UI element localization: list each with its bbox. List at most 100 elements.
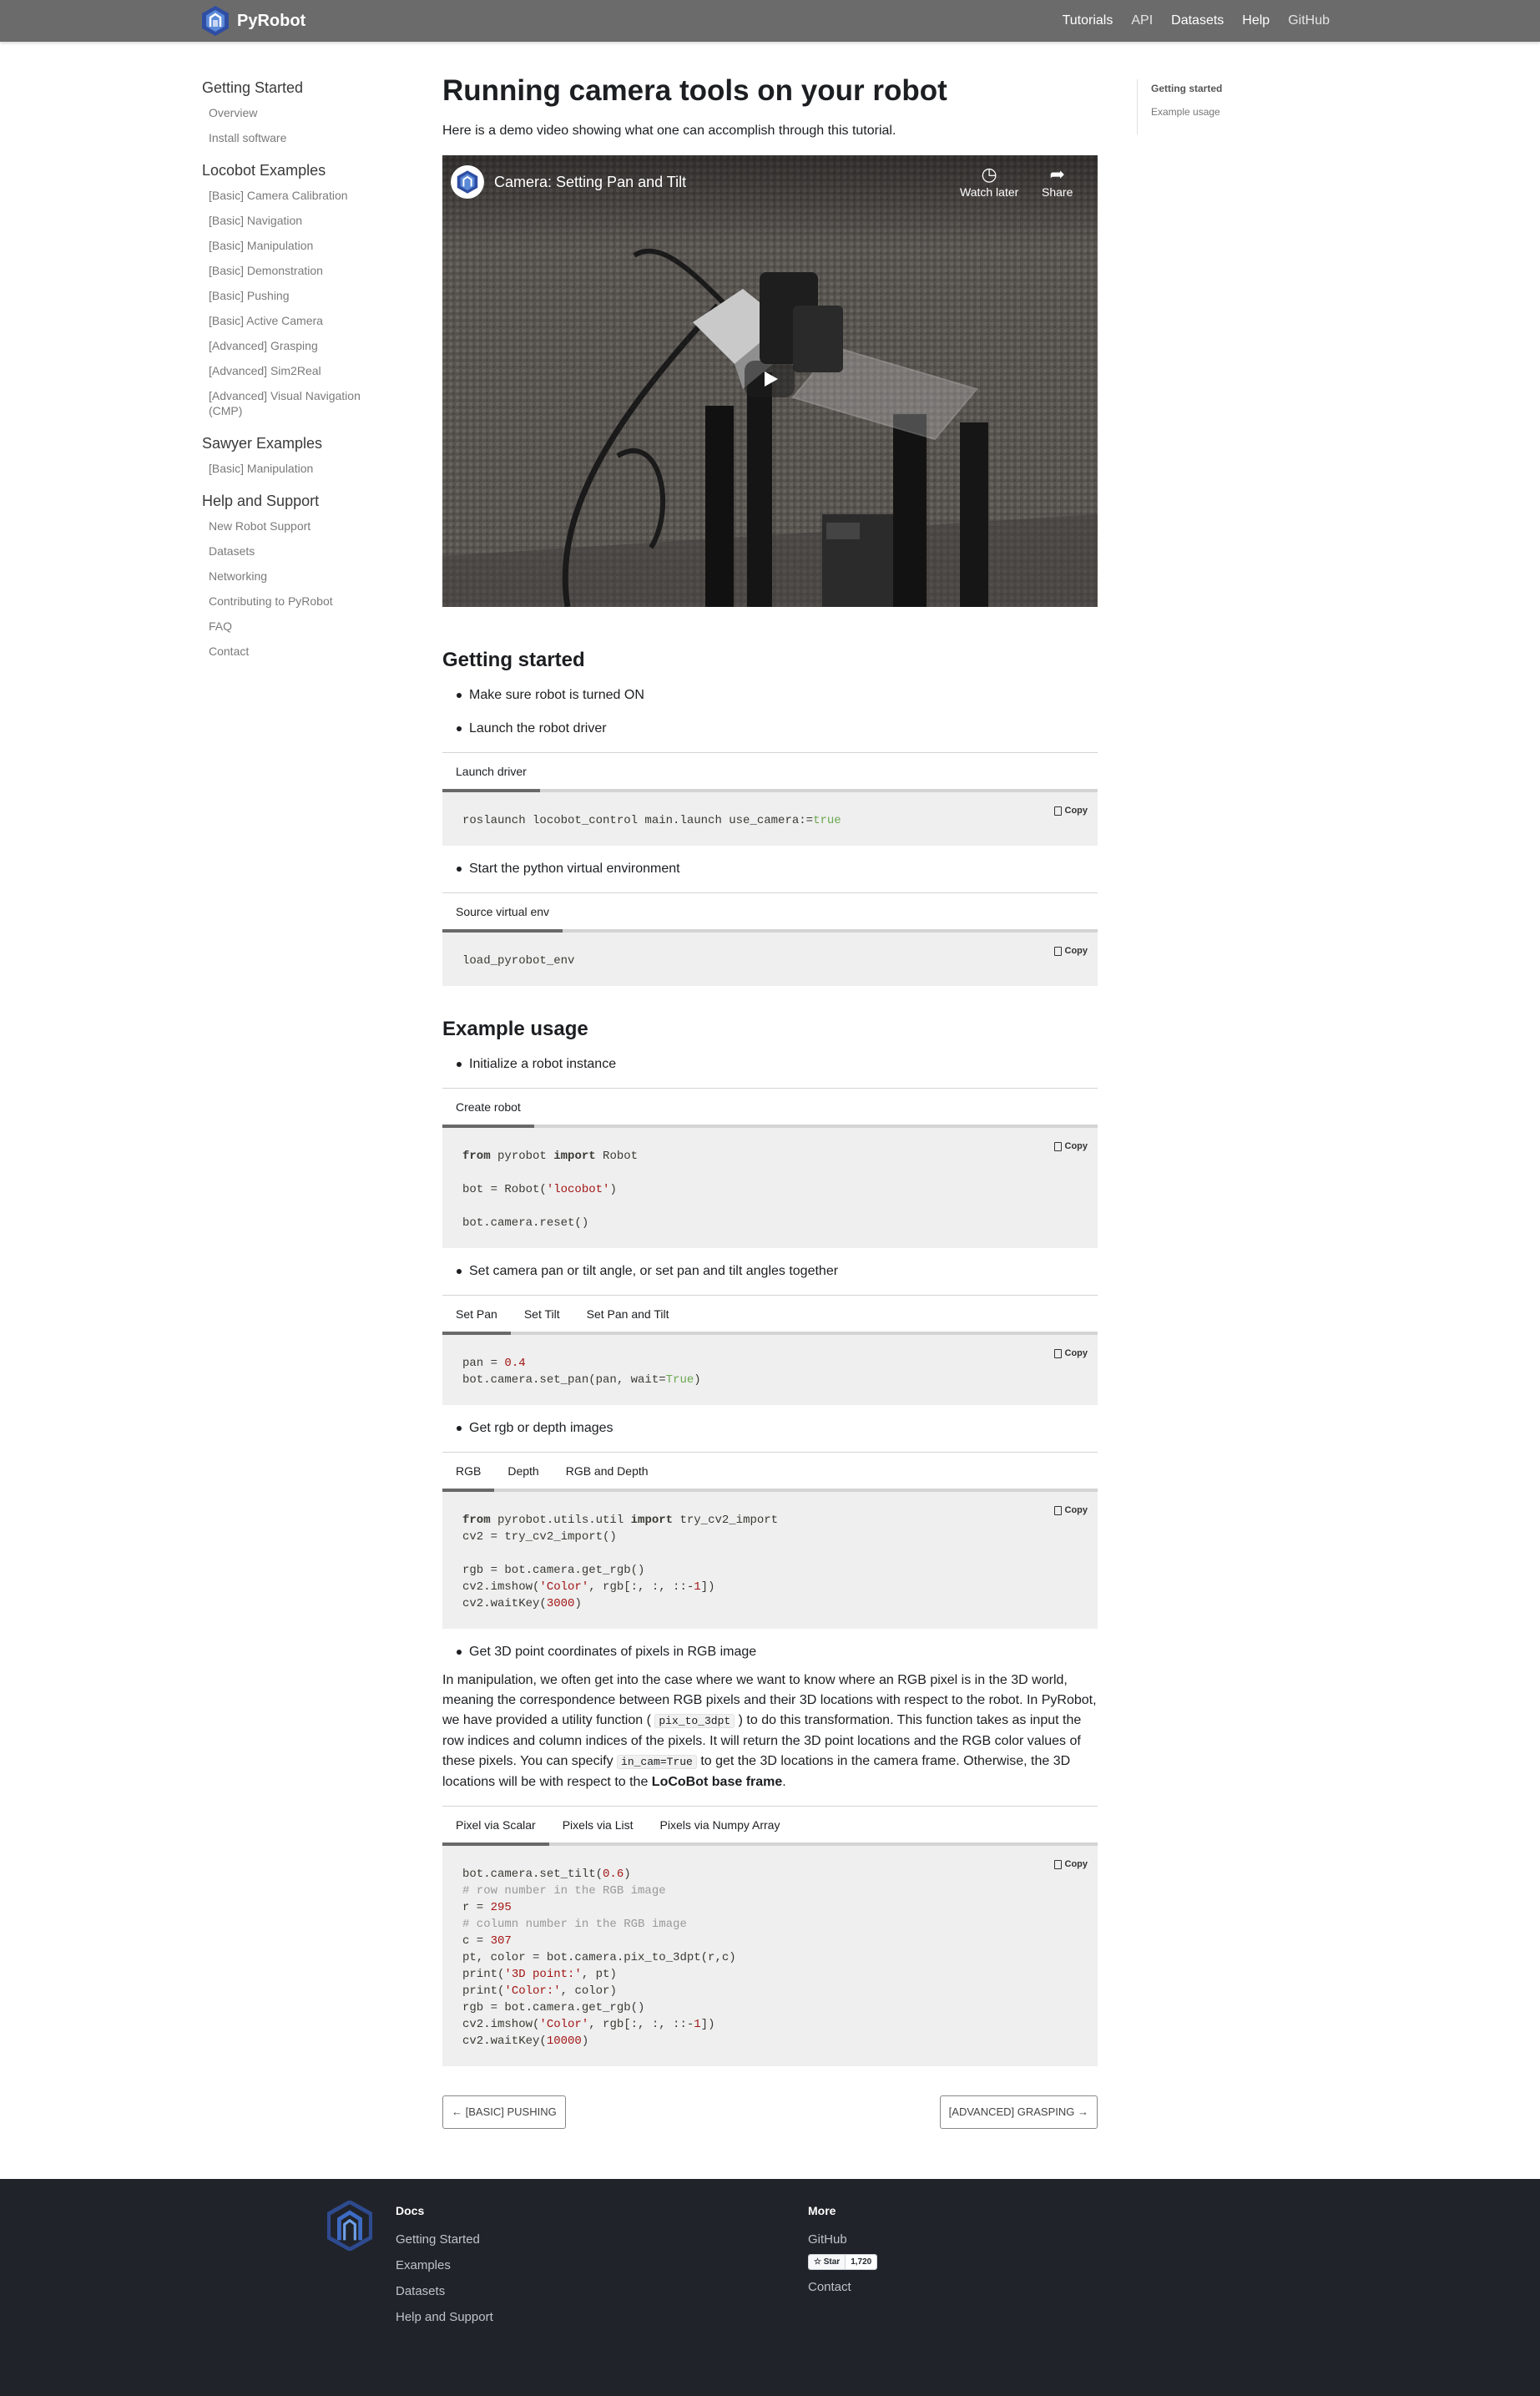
clipboard-icon [1053,1859,1062,1869]
code-block-pixel-scalar: bot.camera.set_tilt(0.6) # row number in… [442,1846,1098,2066]
sidebar-item-contributing[interactable]: Contributing to PyRobot [209,594,377,609]
pyrobot-logo-icon [457,170,478,194]
inline-code-pix-to-3dpt: pix_to_3dpt [654,1714,735,1728]
clipboard-icon [1053,1505,1062,1515]
sidebar-item-datasets[interactable]: Datasets [209,543,377,559]
sidebar-item-camera-calibration[interactable]: [Basic] Camera Calibration [209,188,377,203]
clipboard-icon [1053,806,1062,816]
footer-link-contact[interactable]: Contact [808,2280,877,2294]
copy-button[interactable]: Copy [1053,1502,1088,1519]
tab-pixel-via-scalar[interactable]: Pixel via Scalar [442,1807,549,1846]
sidebar-item-grasping[interactable]: [Advanced] Grasping [209,338,377,353]
github-star-button[interactable]: ☆ Star 1,720 [808,2254,878,2270]
star-icon: ☆ [814,2257,821,2267]
footer-link-help[interactable]: Help and Support [396,2310,493,2324]
sidebar-item-sim2real[interactable]: [Advanced] Sim2Real [209,363,377,378]
sidebar-item-demonstration[interactable]: [Basic] Demonstration [209,263,377,278]
nav-datasets[interactable]: Datasets [1171,13,1224,28]
copy-label: Copy [1064,1859,1088,1869]
tab-depth[interactable]: Depth [494,1453,552,1489]
footer-heading-more: More [808,2204,836,2217]
video-player[interactable]: Camera: Setting Pan and Tilt ◷ Watch lat… [442,155,1098,607]
list-item: Launch the robot driver [442,719,1098,739]
pyrobot-logo-icon [202,6,229,36]
sidebar-item-contact[interactable]: Contact [209,644,377,659]
on-page-toc: Getting started Example usage [1137,79,1222,134]
nav-api[interactable]: API [1131,13,1153,28]
tab-create-robot[interactable]: Create robot [442,1089,534,1128]
clock-icon: ◷ [981,164,997,185]
inline-code-in-cam: in_cam=True [617,1755,697,1769]
nav-help[interactable]: Help [1242,13,1270,28]
tab-source-virtual-env[interactable]: Source virtual env [442,893,563,933]
sidebar-item-faq[interactable]: FAQ [209,619,377,634]
brand-link[interactable]: PyRobot [201,5,305,37]
share-label: Share [1042,185,1073,199]
toc-item-example-usage[interactable]: Example usage [1151,106,1222,118]
list-item: Start the python virtual environment [442,859,1098,879]
star-count: 1,720 [845,2255,877,2269]
code-block-rgb: from pyrobot.utils.util import try_cv2_i… [442,1492,1098,1629]
nav-tutorials[interactable]: Tutorials [1063,13,1113,28]
tab-bar-images: RGB Depth RGB and Depth [442,1452,1098,1492]
share-icon: ➦ [1049,164,1065,185]
video-title[interactable]: Camera: Setting Pan and Tilt [494,174,686,191]
code-block-venv: load_pyrobot_env Copy [442,933,1098,986]
sidebar-item-sawyer-manipulation[interactable]: [Basic] Manipulation [209,461,377,476]
watch-later-label: Watch later [960,185,1019,199]
copy-button[interactable]: Copy [1053,1345,1088,1362]
main-content: Running camera tools on your robot Here … [442,71,1098,2066]
sidebar-item-navigation[interactable]: [Basic] Navigation [209,213,377,228]
tab-rgb-and-depth[interactable]: RGB and Depth [553,1453,662,1489]
sidebar-item-install-software[interactable]: Install software [209,130,377,145]
copy-button[interactable]: Copy [1053,802,1088,819]
toc-item-getting-started[interactable]: Getting started [1151,79,1222,94]
code-block-create-robot: from pyrobot import Robot bot = Robot('l… [442,1128,1098,1248]
footer-link-getting-started[interactable]: Getting Started [396,2232,493,2247]
sidebar-item-networking[interactable]: Networking [209,569,377,584]
tab-bar-pan-tilt: Set Pan Set Tilt Set Pan and Tilt [442,1295,1098,1335]
play-button[interactable] [745,361,795,397]
tab-pixels-via-numpy[interactable]: Pixels via Numpy Array [647,1807,794,1842]
prev-page-button[interactable]: ← [BASIC] PUSHING [442,2095,566,2129]
channel-avatar[interactable] [451,165,484,199]
pyrobot-logo-icon[interactable] [327,2201,372,2251]
sidebar-item-overview[interactable]: Overview [209,105,377,120]
sidebar-item-active-camera[interactable]: [Basic] Active Camera [209,313,377,328]
code-launch-text: roslaunch locobot_control main.launch us… [462,814,841,827]
tab-pixels-via-list[interactable]: Pixels via List [549,1807,647,1842]
sidebar-item-new-robot-support[interactable]: New Robot Support [209,518,377,533]
top-navbar: PyRobot Tutorials API Datasets Help GitH… [0,0,1540,42]
footer-heading-docs: Docs [396,2204,425,2217]
watch-later-button[interactable]: ◷ Watch later [960,164,1018,199]
list-item: Get rgb or depth images [442,1418,1098,1438]
tab-set-pan[interactable]: Set Pan [442,1296,511,1335]
nav-github[interactable]: GitHub [1288,13,1330,28]
share-button[interactable]: ➦ Share [1042,164,1073,199]
tab-bar-venv: Source virtual env [442,892,1098,933]
copy-button[interactable]: Copy [1053,943,1088,959]
tab-bar-launch: Launch driver [442,752,1098,792]
bold-base-frame: LoCoBot base frame [651,1775,783,1789]
next-page-button[interactable]: [ADVANCED] GRASPING → [939,2095,1098,2129]
tab-bar-pixels: Pixel via Scalar Pixels via List Pixels … [442,1806,1098,1846]
sidebar-category-sawyer: Sawyer Examples [202,435,323,452]
copy-button[interactable]: Copy [1053,1138,1088,1155]
tab-launch-driver[interactable]: Launch driver [442,753,540,792]
page-title: Running camera tools on your robot [442,74,947,107]
sidebar-item-pushing[interactable]: [Basic] Pushing [209,288,377,303]
pix-to-3dpt-paragraph: In manipulation, we often get into the c… [442,1673,1097,1789]
tab-set-pan-and-tilt[interactable]: Set Pan and Tilt [573,1296,683,1332]
copy-button[interactable]: Copy [1053,1856,1088,1873]
sidebar-item-visual-navigation[interactable]: [Advanced] Visual Navigation (CMP) [209,388,377,418]
footer-link-examples[interactable]: Examples [396,2258,493,2272]
tab-rgb[interactable]: RGB [442,1453,495,1492]
tab-set-tilt[interactable]: Set Tilt [511,1296,573,1332]
footer: Docs Getting Started Examples Datasets H… [0,2179,1540,2396]
code-block-set-pan: pan = 0.4 bot.camera.set_pan(pan, wait=T… [442,1335,1098,1405]
copy-label: Copy [1064,1348,1088,1358]
footer-link-datasets[interactable]: Datasets [396,2284,493,2298]
sidebar-item-manipulation[interactable]: [Basic] Manipulation [209,238,377,253]
copy-label: Copy [1064,1505,1088,1515]
footer-link-github[interactable]: GitHub [808,2232,877,2247]
